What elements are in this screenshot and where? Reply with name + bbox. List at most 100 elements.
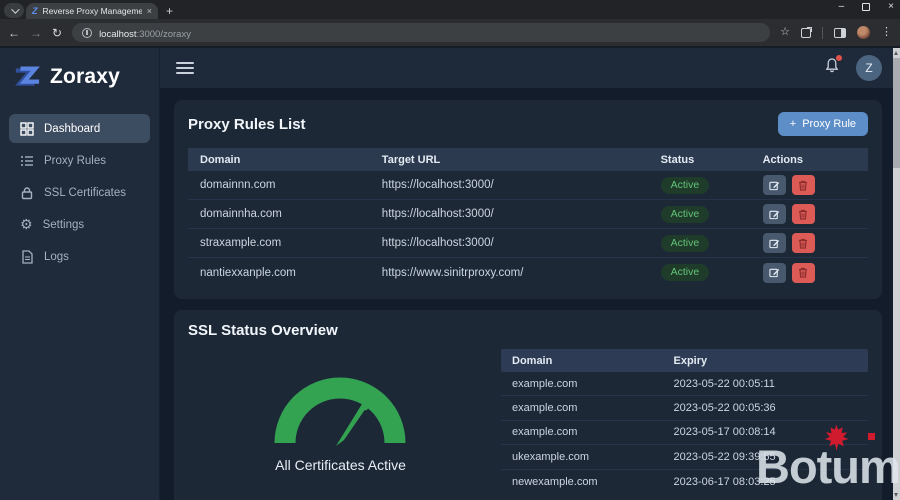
col-target-url: Target URL: [381, 153, 441, 166]
browser-menu-icon[interactable]: ⋮: [881, 27, 892, 38]
table-header-row: Domain Target URL Status Actions: [188, 148, 868, 171]
proxy-rules-title: Proxy Rules List: [188, 115, 306, 133]
sidebar-item-logs[interactable]: Logs: [9, 242, 150, 271]
delete-button[interactable]: [791, 175, 815, 195]
table-header-row: Domain Expiry: [501, 349, 868, 372]
toolbar-divider: [822, 26, 823, 39]
edit-button[interactable]: [762, 175, 786, 195]
sidebar-item-settings[interactable]: ⚙ Settings: [9, 210, 150, 239]
forward-button[interactable]: →: [30, 27, 42, 39]
zoraxy-logo-icon: [15, 66, 40, 86]
browser-profile-avatar[interactable]: [857, 26, 870, 39]
scroll-up-icon[interactable]: [894, 51, 898, 55]
address-bar[interactable]: localhost:3000/zoraxy: [72, 23, 771, 42]
tab-close-icon[interactable]: ×: [147, 6, 152, 16]
app-logo-text: Zoraxy: [50, 65, 121, 88]
watermark-dot: [868, 433, 875, 440]
user-avatar[interactable]: Z: [856, 55, 882, 81]
browser-tab-strip: Z Reverse Proxy Management × + – ×: [0, 0, 900, 19]
edit-button[interactable]: [762, 262, 786, 283]
col-expiry: Expiry: [673, 354, 708, 367]
proxy-rules-table: Domain Target URL Status Actions domainn…: [188, 148, 868, 287]
edit-pencil-icon: [768, 210, 779, 219]
sidebar-item-label: Logs: [44, 250, 69, 263]
gear-icon: ⚙: [20, 216, 33, 233]
hamburger-menu-icon[interactable]: [176, 62, 194, 74]
tab-search-button[interactable]: [4, 3, 24, 18]
tab-favicon-icon: Z: [32, 5, 38, 16]
reload-button[interactable]: ↻: [52, 27, 62, 39]
dashboard-grid-icon: [20, 121, 34, 136]
row-domain: example.com: [512, 402, 578, 415]
sidebar-item-label: Proxy Rules: [44, 154, 106, 167]
lock-icon: [21, 186, 33, 199]
delete-button[interactable]: [791, 233, 815, 253]
row-domain: domainnha.com: [200, 208, 282, 220]
page-scrollbar[interactable]: [893, 48, 900, 500]
bookmark-star-icon[interactable]: ☆: [780, 27, 790, 38]
status-badge: Active: [660, 264, 710, 281]
edit-button[interactable]: [762, 204, 786, 224]
back-button[interactable]: ←: [8, 27, 20, 39]
row-target-url: https://localhost:3000/: [381, 208, 494, 220]
col-actions: Actions: [762, 153, 803, 166]
sidebar-item-dashboard[interactable]: Dashboard: [9, 114, 150, 143]
proxy-rules-card: Proxy Rules List + Proxy Rule Domain Tar…: [174, 100, 882, 299]
row-target-url: https://localhost:3000/: [381, 237, 494, 249]
site-info-icon[interactable]: [82, 27, 93, 38]
edit-pencil-icon: [768, 239, 779, 248]
delete-button[interactable]: [791, 204, 815, 224]
maple-leaf-icon: [824, 424, 849, 451]
browser-tab[interactable]: Z Reverse Proxy Management ×: [26, 3, 158, 19]
status-badge: Active: [660, 205, 710, 223]
url-path: :3000/zoraxy: [136, 28, 191, 40]
row-domain: example.com: [512, 377, 578, 390]
gauge-label: All Certificates Active: [275, 457, 406, 473]
table-row: example.com 2023-05-22 00:05:11: [501, 372, 868, 397]
trash-icon: [799, 180, 808, 191]
trash-icon: [799, 267, 808, 278]
table-row: nantiexxanple.com https://www.sinitrprox…: [188, 258, 868, 287]
window-minimize-button[interactable]: –: [839, 2, 845, 12]
row-domain: example.com: [512, 426, 578, 439]
sidebar-item-label: SSL Certificates: [44, 186, 127, 199]
col-domain: Domain: [200, 153, 241, 166]
row-expiry: 2023-05-22 00:05:11: [673, 377, 775, 390]
sidebar-item-ssl-certificates[interactable]: SSL Certificates: [9, 178, 150, 207]
status-badge: Active: [660, 234, 710, 252]
row-target-url: https://www.sinitrproxy.com/: [381, 266, 524, 279]
side-panel-icon[interactable]: [834, 27, 846, 38]
row-domain: ukexample.com: [512, 450, 590, 463]
url-host: localhost: [99, 28, 137, 40]
edit-pencil-icon: [768, 181, 779, 190]
sidebar-item-proxy-rules[interactable]: Proxy Rules: [9, 146, 150, 175]
notifications-button[interactable]: [824, 55, 842, 79]
col-domain: Domain: [512, 354, 553, 367]
delete-button[interactable]: [791, 262, 815, 283]
chevron-down-icon: [11, 4, 20, 14]
sidebar-item-label: Settings: [42, 218, 85, 231]
tab-title: Reverse Proxy Management: [42, 6, 142, 16]
tab-share-icon[interactable]: [801, 26, 812, 38]
trash-icon: [799, 238, 808, 249]
row-domain: newexample.com: [512, 475, 598, 488]
document-icon: [22, 249, 33, 264]
add-proxy-rule-button[interactable]: + Proxy Rule: [777, 112, 868, 136]
gauge-arc-icon: [274, 377, 406, 446]
scrollbar-thumb[interactable]: [893, 58, 900, 168]
row-domain: domainnn.com: [200, 179, 276, 191]
edit-pencil-icon: [768, 268, 779, 278]
row-expiry: 2023-05-22 00:05:36: [673, 402, 776, 415]
new-tab-button[interactable]: +: [166, 5, 173, 17]
edit-button[interactable]: [762, 233, 786, 253]
app-header: Z: [160, 48, 900, 88]
window-close-button[interactable]: ×: [888, 2, 894, 12]
trash-icon: [799, 209, 808, 220]
row-target-url: https://localhost:3000/: [381, 179, 494, 191]
ssl-status-title: SSL Status Overview: [188, 322, 338, 339]
ssl-gauge: All Certificates Active: [188, 349, 493, 494]
list-icon: [21, 155, 33, 166]
table-row: straxample.com https://localhost:3000/ A…: [188, 229, 868, 258]
table-row: example.com 2023-05-22 00:05:36: [501, 396, 868, 421]
window-maximize-button[interactable]: [862, 3, 871, 11]
